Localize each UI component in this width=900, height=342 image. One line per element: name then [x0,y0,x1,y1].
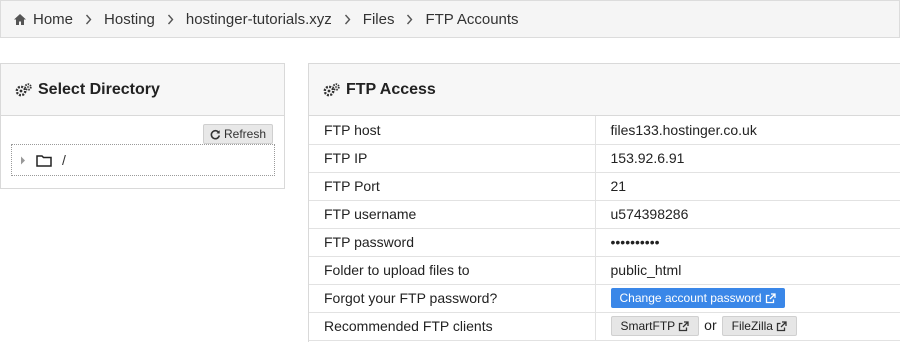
chevron-right-icon [344,14,351,25]
refresh-label: Refresh [223,127,267,141]
external-link-icon [765,292,776,304]
change-account-password-button[interactable]: Change account password [610,288,785,308]
cogs-icon [323,82,340,97]
ftp-port-value: 21 [595,172,900,201]
table-row: FTP username u574398286 [309,200,900,229]
refresh-icon [210,129,221,140]
select-directory-panel: Select Directory Refresh / [0,63,285,189]
breadcrumb-hosting[interactable]: Hosting [104,11,155,28]
cogs-icon [15,82,32,97]
row-label: Recommended FTP clients [309,312,596,341]
breadcrumb-files[interactable]: Files [363,11,395,28]
ftp-host-value: files133.hostinger.co.uk [595,116,900,145]
table-row: Recommended FTP clients SmartFTP or File… [309,312,900,341]
breadcrumb-home[interactable]: Home [13,11,73,28]
ftp-ip-value: 153.92.6.91 [595,144,900,173]
filezilla-button[interactable]: FileZilla [721,316,797,336]
directory-tree-area: Refresh / [1,116,284,188]
ftp-clients-cell: SmartFTP or FileZilla [595,312,900,341]
or-text: or [704,317,717,333]
ftp-access-title: FTP Access [346,80,436,98]
refresh-button[interactable]: Refresh [203,124,273,144]
caret-right-icon[interactable] [20,156,26,165]
tree-root-label: / [62,152,66,168]
ftp-access-heading: FTP Access [309,64,900,116]
breadcrumb-domain[interactable]: hostinger-tutorials.xyz [186,11,332,28]
external-link-icon [678,320,689,332]
chevron-right-icon [406,14,413,25]
table-row: FTP Port 21 [309,172,900,201]
select-directory-title: Select Directory [38,80,160,98]
home-icon [13,13,27,26]
breadcrumb-home-label: Home [33,10,74,28]
table-row: FTP host files133.hostinger.co.uk [309,116,900,145]
row-label: FTP IP [309,144,596,173]
row-label: Forgot your FTP password? [309,284,596,313]
table-row: FTP password •••••••••• [309,228,900,257]
breadcrumb-ftp-accounts: FTP Accounts [425,10,519,28]
table-row: Folder to upload files to public_html [309,256,900,285]
chevron-right-icon [167,14,174,25]
ftp-password-value: •••••••••• [595,228,900,257]
ftp-access-panel: FTP Access FTP host files133.hostinger.c… [308,63,900,342]
row-label: Folder to upload files to [309,256,596,285]
select-directory-heading: Select Directory [1,64,284,116]
forgot-password-cell: Change account password [595,284,900,313]
chevron-right-icon [85,14,92,25]
row-label: FTP password [309,228,596,257]
folder-icon [36,154,52,167]
table-row: Forgot your FTP password? Change account… [309,284,900,313]
table-row: FTP IP 153.92.6.91 [309,144,900,173]
tree-root-node[interactable]: / [11,144,275,176]
smartftp-label: SmartFTP [620,319,676,333]
change-password-label: Change account password [619,291,762,305]
external-link-icon [776,320,787,332]
filezilla-label: FileZilla [731,319,773,333]
row-label: FTP host [309,116,596,145]
row-label: FTP username [309,200,596,229]
ftp-username-value: u574398286 [595,200,900,229]
upload-folder-value: public_html [595,256,900,285]
smartftp-button[interactable]: SmartFTP [610,316,700,336]
ftp-details-table: FTP host files133.hostinger.co.uk FTP IP… [309,116,900,341]
row-label: FTP Port [309,172,596,201]
breadcrumb: Home Hosting hostinger-tutorials.xyz Fil… [0,0,900,38]
